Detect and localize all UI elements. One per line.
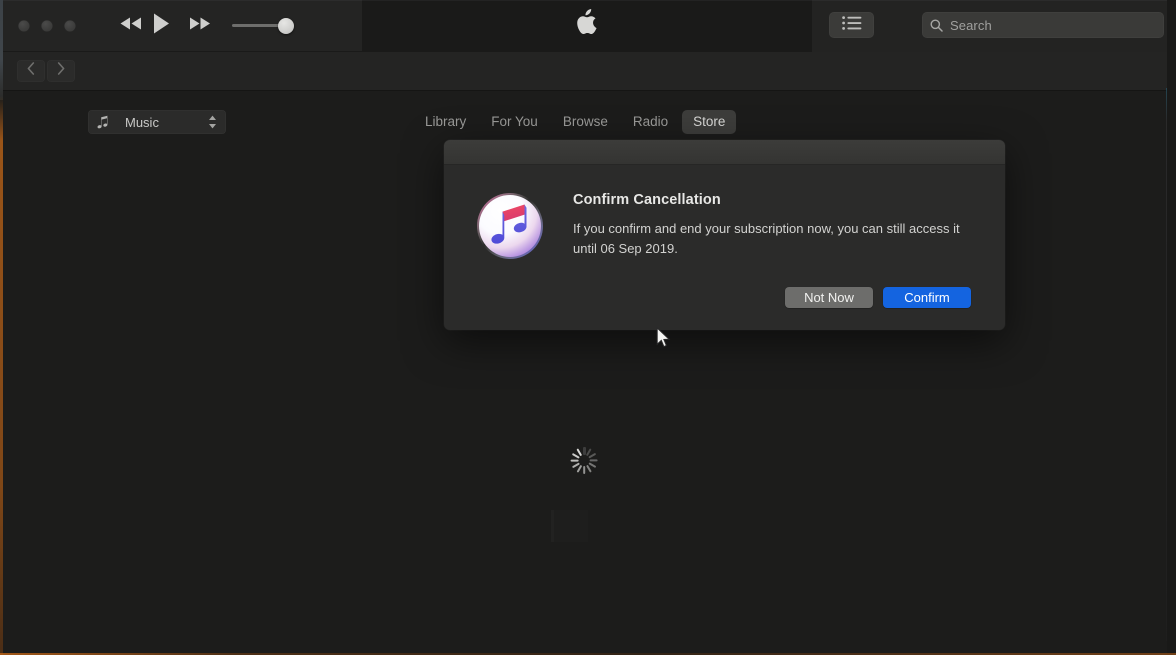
library-source-popup[interactable]: Music (88, 110, 226, 134)
fast-forward-icon (189, 17, 211, 35)
rewind-icon (120, 17, 142, 35)
spinner-spoke (589, 459, 598, 462)
spinner-spoke (583, 466, 586, 474)
tab-for-you[interactable]: For You (480, 110, 549, 134)
list-icon (841, 15, 862, 35)
screen-edge-top-left (0, 0, 3, 100)
navigation-bar: Music Library For You Browse Radio Store (0, 52, 1176, 134)
dialog-body: Confirm Cancellation If you confirm and … (444, 165, 1005, 330)
tab-store[interactable]: Store (682, 110, 737, 134)
tab-library[interactable]: Library (414, 110, 477, 134)
window-titlebar: Search (0, 0, 1176, 52)
store-tabs: Library For You Browse Radio Store (414, 110, 737, 134)
music-note-icon (97, 115, 110, 129)
up-next-button[interactable] (829, 12, 874, 38)
play-icon (153, 13, 170, 39)
titlebar-hairline (0, 0, 1176, 1)
dialog-button-row: Not Now Confirm (466, 287, 983, 314)
playback-controls-area (0, 0, 362, 52)
spinner-spoke (570, 459, 579, 462)
dialog-text-block: Confirm Cancellation If you confirm and … (573, 189, 983, 259)
next-track-button[interactable] (185, 13, 215, 39)
window-right-edge (1167, 0, 1176, 655)
itunes-app-icon (475, 191, 545, 261)
apple-logo-icon (576, 8, 598, 36)
dialog-message: If you confirm and end your subscription… (573, 221, 960, 257)
dialog-title: Confirm Cancellation (573, 192, 721, 208)
minimize-button[interactable] (41, 20, 53, 32)
maximize-button[interactable] (64, 20, 76, 32)
loading-spinner (570, 446, 599, 475)
forward-button[interactable] (47, 60, 75, 82)
chevron-left-icon (27, 62, 35, 80)
chevron-right-icon (57, 62, 65, 80)
placeholder-content-shape (551, 510, 588, 542)
spinner-spoke (588, 452, 597, 459)
spinner-spoke (588, 462, 597, 469)
volume-knob[interactable] (277, 18, 294, 34)
window-right-hairline (1166, 88, 1167, 641)
tab-browse[interactable]: Browse (552, 110, 619, 134)
tab-radio[interactable]: Radio (622, 110, 679, 134)
close-button[interactable] (18, 20, 30, 32)
screen-edge-left (0, 96, 3, 655)
not-now-button[interactable]: Not Now (785, 287, 873, 308)
search-placeholder: Search (950, 17, 992, 33)
play-button[interactable] (146, 13, 176, 39)
chevron-updown-icon (208, 115, 217, 129)
search-icon (930, 19, 943, 32)
search-input[interactable]: Search (922, 12, 1164, 38)
nav-arrow-group (17, 60, 75, 82)
confirm-button[interactable]: Confirm (883, 287, 971, 308)
library-source-label: Music (125, 114, 159, 130)
itunes-window: Search Music Library For You Browse Radi… (0, 0, 1176, 655)
dialog-titlebar (444, 140, 1005, 165)
volume-slider[interactable] (232, 18, 298, 34)
spinner-spoke (576, 464, 583, 473)
previous-track-button[interactable] (116, 13, 146, 39)
confirm-cancellation-dialog: Confirm Cancellation If you confirm and … (444, 140, 1005, 330)
back-button[interactable] (17, 60, 45, 82)
